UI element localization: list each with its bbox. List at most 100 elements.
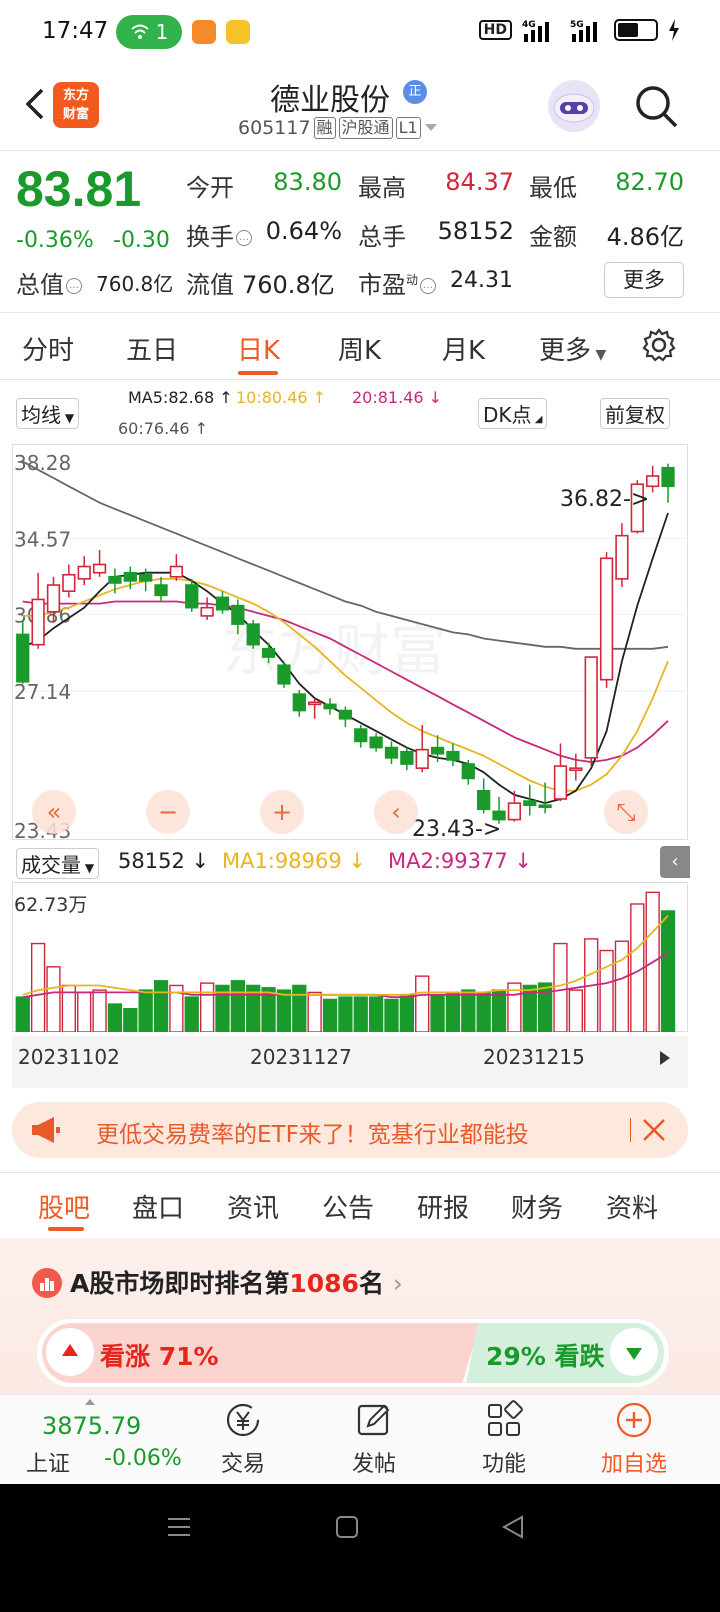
- nav-post[interactable]: 发帖: [324, 1400, 424, 1478]
- promo-banner-text[interactable]: 更低交易费率的ETF来了！宽基行业都能投: [96, 1115, 529, 1149]
- zoom-out-button[interactable]: −: [146, 790, 190, 834]
- vol-ma2-value: MA2:99377: [388, 849, 508, 873]
- volume-bar: [660, 910, 676, 1032]
- adjust-button[interactable]: 前复权: [600, 398, 670, 429]
- gear-icon[interactable]: [641, 327, 677, 363]
- ranking-text[interactable]: A股市场即时排名第1086名 ›: [70, 1264, 403, 1300]
- header-divider: [0, 150, 720, 151]
- index-name[interactable]: 上证: [26, 1446, 70, 1478]
- kline-chart[interactable]: 东方财富38.2834.5730.8627.1423.4336.82->23.4…: [12, 444, 688, 840]
- date-label: 20231127: [250, 1045, 352, 1069]
- candlestick: [400, 747, 414, 771]
- volume-bar: [123, 1008, 138, 1032]
- total-cap-label[interactable]: 总值…: [16, 265, 84, 300]
- turnover-label[interactable]: 换手…: [186, 217, 254, 252]
- system-navigation-bar: [0, 1484, 720, 1612]
- candle-body: [16, 633, 30, 683]
- tab-monthly-k[interactable]: 月K: [442, 330, 485, 367]
- nav-functions-label: 功能: [481, 1452, 526, 1477]
- info-icon[interactable]: …: [420, 278, 437, 294]
- ai-assistant-icon[interactable]: [548, 80, 600, 132]
- ranking-prefix: A股市场即时排名第: [70, 1269, 290, 1298]
- candle-body: [185, 584, 199, 609]
- tab-weekly-k[interactable]: 周K: [338, 330, 381, 367]
- scroll-left-fast-button[interactable]: «: [32, 790, 76, 834]
- nav-post-label: 发帖: [351, 1452, 396, 1477]
- tab-orderbook[interactable]: 盘口: [132, 1188, 184, 1225]
- nav-add-watchlist-label: 加自选: [600, 1452, 667, 1477]
- margin-tag: 融: [313, 117, 336, 139]
- active-tab-indicator: [238, 371, 278, 375]
- index-value[interactable]: 3875.79: [42, 1412, 141, 1440]
- dk-point-button[interactable]: DK点 ◢: [478, 398, 548, 429]
- close-icon[interactable]: [640, 1116, 668, 1144]
- home-icon[interactable]: [334, 1514, 360, 1540]
- date-label: 20231215: [483, 1045, 585, 1069]
- level-tag: L1: [395, 117, 421, 139]
- play-arrow-icon[interactable]: [654, 1048, 674, 1068]
- volume-chart[interactable]: [12, 882, 688, 1032]
- volume-selector[interactable]: 成交量 ▼: [16, 848, 100, 879]
- fullscreen-button[interactable]: ⤡: [604, 790, 648, 834]
- volume-bar: [138, 989, 153, 1032]
- stock-code: 605117: [238, 117, 311, 139]
- pe-label[interactable]: 市盈动…: [358, 265, 438, 300]
- dk-point-label: DK点: [483, 403, 532, 427]
- chevron-right-icon: ›: [392, 1269, 403, 1298]
- volume-bar: [537, 982, 553, 1032]
- volume-value: 58152: [118, 849, 185, 873]
- tab-daily-k[interactable]: 日K: [237, 330, 280, 367]
- nav-trade-label: 交易: [220, 1452, 265, 1477]
- info-icon[interactable]: …: [66, 278, 82, 294]
- tab-more[interactable]: 更多 ▼: [539, 330, 606, 367]
- volume-bar: [568, 989, 583, 1032]
- index-change[interactable]: -0.06%: [104, 1446, 182, 1471]
- info-icon[interactable]: …: [236, 230, 252, 246]
- change-percent: -0.36%: [16, 228, 94, 253]
- tabs-divider: [0, 379, 720, 380]
- svg-text:5G: 5G: [570, 20, 584, 30]
- back-icon[interactable]: [500, 1514, 526, 1540]
- collapse-panel-icon[interactable]: ‹: [660, 846, 690, 878]
- stock-badge: 正: [403, 80, 427, 104]
- scroll-left-button[interactable]: ‹: [374, 790, 418, 834]
- tab-announcements[interactable]: 公告: [322, 1188, 374, 1225]
- bullish-arrow-icon[interactable]: [46, 1328, 94, 1376]
- high-value: 84.37: [445, 168, 514, 196]
- ma-selector[interactable]: 均线 ▼: [16, 398, 80, 429]
- candlestick: [277, 661, 291, 688]
- total-cap-value: 760.8亿: [96, 272, 174, 296]
- nav-add-watchlist[interactable]: 加自选: [584, 1400, 684, 1478]
- menu-icon[interactable]: [166, 1514, 192, 1540]
- tab-profile[interactable]: 资料: [606, 1188, 658, 1225]
- vote-down-text[interactable]: 29% 看跌: [486, 1337, 605, 1373]
- dropdown-icon[interactable]: [424, 123, 438, 133]
- back-arrow-icon[interactable]: [16, 84, 56, 124]
- candle-body: [46, 584, 61, 613]
- nav-functions[interactable]: 功能: [454, 1400, 554, 1478]
- candlestick: [599, 552, 614, 688]
- candle-body: [139, 573, 153, 582]
- more-button[interactable]: 更多: [604, 262, 684, 298]
- status-right: HD 4G 5G: [478, 18, 680, 42]
- low-label: 最低: [529, 174, 577, 202]
- ma10-value: 10:80.46: [236, 388, 308, 407]
- vote-up-text[interactable]: 看涨 71%: [100, 1337, 219, 1373]
- zoom-in-button[interactable]: +: [260, 790, 304, 834]
- float-cap-label: 流值: [186, 271, 234, 299]
- search-icon[interactable]: [632, 82, 680, 130]
- tab-five-day[interactable]: 五日: [126, 330, 178, 367]
- ma10-label: 10:80.46 ↑: [236, 388, 327, 407]
- candlestick: [77, 556, 91, 586]
- tab-financials[interactable]: 财务: [511, 1188, 563, 1225]
- tab-forum[interactable]: 股吧: [38, 1188, 90, 1225]
- tab-news[interactable]: 资讯: [227, 1188, 279, 1225]
- nav-trade[interactable]: 交易: [193, 1400, 293, 1478]
- date-label: 20231102: [18, 1045, 120, 1069]
- amount-label: 金额: [529, 223, 577, 251]
- bearish-arrow-icon[interactable]: [610, 1328, 658, 1376]
- tab-research[interactable]: 研报: [417, 1188, 469, 1225]
- battery-icon: [614, 19, 658, 41]
- tab-intraday[interactable]: 分时: [22, 330, 74, 367]
- volume-bar: [553, 942, 568, 1032]
